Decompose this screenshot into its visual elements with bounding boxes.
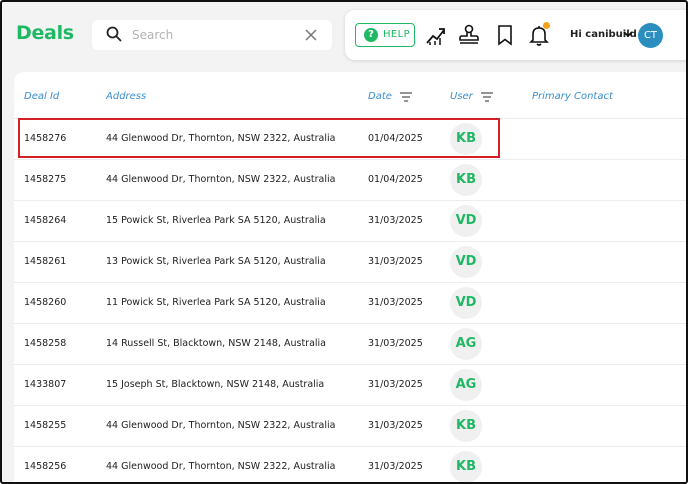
user-badge: AG <box>450 328 482 360</box>
table-row[interactable]: 1458261 13 Powick St, Riverlea Park SA 5… <box>14 241 686 282</box>
deals-table: Deal Id Address Date User Primary Contac… <box>14 72 686 482</box>
address: 11 Powick St, Riverlea Park SA 5120, Aus… <box>106 297 326 308</box>
date: 31/03/2025 <box>368 420 423 431</box>
date: 31/03/2025 <box>368 256 423 267</box>
top-toolbar: ? HELP Hi canibuild CT <box>345 10 686 60</box>
date: 31/03/2025 <box>368 215 423 226</box>
user-badge: VD <box>450 246 482 278</box>
table-row[interactable]: 1458258 14 Russell St, Blacktown, NSW 21… <box>14 323 686 364</box>
notifications-button[interactable] <box>527 22 551 47</box>
deal-id[interactable]: 1458258 <box>24 338 66 349</box>
analytics-icon[interactable] <box>424 23 448 47</box>
deal-id[interactable]: 1433807 <box>24 379 66 390</box>
user-badge: KB <box>450 164 482 196</box>
column-user[interactable]: User <box>450 91 473 102</box>
filter-icon[interactable] <box>400 92 412 102</box>
deal-id[interactable]: 1458275 <box>24 174 66 185</box>
table-header: Deal Id Address Date User Primary Contac… <box>14 72 686 118</box>
deal-id[interactable]: 1458264 <box>24 215 66 226</box>
address: 44 Glenwood Dr, Thornton, NSW 2322, Aust… <box>106 420 336 431</box>
column-date[interactable]: Date <box>368 91 392 102</box>
address: 15 Joseph St, Blacktown, NSW 2148, Austr… <box>106 379 325 390</box>
user-badge: KB <box>450 123 482 155</box>
page-title: Deals <box>16 22 74 44</box>
table-row[interactable]: 1458264 15 Powick St, Riverlea Park SA 5… <box>14 200 686 241</box>
user-badge: KB <box>450 410 482 442</box>
date: 31/03/2025 <box>368 338 423 349</box>
help-label: HELP <box>383 29 411 40</box>
column-deal-id[interactable]: Deal Id <box>24 91 59 102</box>
deal-id[interactable]: 1458260 <box>24 297 66 308</box>
search-icon <box>106 26 122 42</box>
address: 13 Powick St, Riverlea Park SA 5120, Aus… <box>106 256 326 267</box>
column-primary-contact[interactable]: Primary Contact <box>532 91 613 102</box>
date: 01/04/2025 <box>368 174 423 185</box>
search-input[interactable]: Search <box>132 28 173 42</box>
date: 31/03/2025 <box>368 297 423 308</box>
help-button[interactable]: ? HELP <box>355 23 415 47</box>
avatar[interactable]: CT <box>638 23 663 48</box>
address: 44 Glenwood Dr, Thornton, NSW 2322, Aust… <box>106 133 336 144</box>
search-box[interactable]: Search <box>92 20 332 50</box>
address: 44 Glenwood Dr, Thornton, NSW 2322, Aust… <box>106 461 336 472</box>
user-badge: KB <box>450 451 482 482</box>
notification-dot <box>543 22 550 29</box>
deal-id[interactable]: 1458261 <box>24 256 66 267</box>
deal-id[interactable]: 1458276 <box>24 133 66 144</box>
chevron-down-icon[interactable] <box>623 29 633 39</box>
help-icon: ? <box>364 28 378 42</box>
deal-id[interactable]: 1458255 <box>24 420 66 431</box>
app-window: Deals Search ? HELP Hi canibuild CT Deal… <box>0 0 688 484</box>
table-row[interactable]: 1433807 15 Joseph St, Blacktown, NSW 214… <box>14 364 686 405</box>
address: 15 Powick St, Riverlea Park SA 5120, Aus… <box>106 215 326 226</box>
user-badge: VD <box>450 287 482 319</box>
address: 14 Russell St, Blacktown, NSW 2148, Aust… <box>106 338 326 349</box>
column-address[interactable]: Address <box>106 91 146 102</box>
table-row[interactable]: 1458255 44 Glenwood Dr, Thornton, NSW 23… <box>14 405 686 446</box>
table-row[interactable]: 1458276 44 Glenwood Dr, Thornton, NSW 23… <box>14 118 686 159</box>
table-row[interactable]: 1458256 44 Glenwood Dr, Thornton, NSW 23… <box>14 446 686 482</box>
user-badge: VD <box>450 205 482 237</box>
bookmark-icon[interactable] <box>493 23 517 47</box>
table-row[interactable]: 1458275 44 Glenwood Dr, Thornton, NSW 23… <box>14 159 686 200</box>
clear-icon[interactable] <box>304 28 318 42</box>
table-row[interactable]: 1458260 11 Powick St, Riverlea Park SA 5… <box>14 282 686 323</box>
stamp-icon[interactable] <box>457 23 481 47</box>
address: 44 Glenwood Dr, Thornton, NSW 2322, Aust… <box>106 174 336 185</box>
date: 31/03/2025 <box>368 461 423 472</box>
date: 31/03/2025 <box>368 379 423 390</box>
deal-id[interactable]: 1458256 <box>24 461 66 472</box>
date: 01/04/2025 <box>368 133 423 144</box>
filter-icon[interactable] <box>481 92 493 102</box>
user-badge: AG <box>450 369 482 401</box>
